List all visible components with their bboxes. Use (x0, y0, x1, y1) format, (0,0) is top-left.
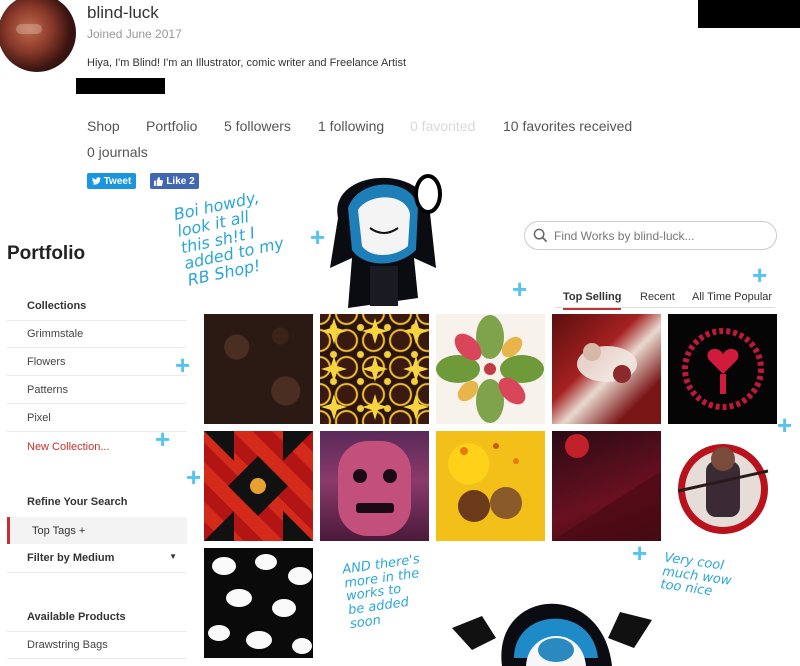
nav-journals[interactable]: 0 journals (87, 144, 148, 160)
like-button[interactable]: Like 2 (150, 173, 199, 189)
tweet-button[interactable]: Tweet (87, 173, 136, 189)
sparkle-icon: + (186, 462, 202, 492)
tab-all-time-popular[interactable]: All Time Popular (692, 291, 772, 303)
red-moon-artwork (552, 434, 661, 541)
search-icon (533, 228, 548, 243)
avatar[interactable] (0, 0, 76, 72)
star-pattern (321, 318, 429, 420)
figures-artwork (577, 343, 637, 383)
artwork-tile[interactable] (320, 314, 429, 424)
artwork-tile[interactable] (204, 431, 313, 541)
tweet-label: Tweet (103, 175, 132, 187)
filter-by-medium-label: Filter by Medium (27, 552, 115, 564)
artwork-tile[interactable] (552, 431, 661, 541)
collection-item[interactable]: Grimmstale (7, 321, 187, 348)
filter-by-medium-dropdown[interactable]: Filter by Medium ▼ (27, 552, 177, 564)
tile-pattern-artwork (204, 431, 313, 541)
sparkle-icon: + (752, 260, 768, 290)
doodle-note-shop: Boi howdy, look it all this sh!t I added… (171, 187, 286, 290)
chibi-character-drawing (330, 174, 442, 308)
character-artwork (677, 444, 769, 534)
redacted-link (76, 78, 165, 94)
redacted-header-block (698, 0, 800, 28)
portfolio-title: Portfolio (7, 243, 86, 264)
nav-shop[interactable]: Shop (87, 118, 120, 134)
search-input[interactable]: Find Works by blind-luck... (554, 229, 695, 243)
artwork-tile[interactable] (436, 314, 545, 424)
available-products-heading: Available Products (27, 611, 126, 623)
flower-artwork (436, 315, 544, 423)
nav-followers[interactable]: 5 followers (224, 118, 291, 134)
chibi-character-cheering-drawing (452, 603, 652, 666)
refine-search-heading: Refine Your Search (27, 496, 128, 508)
thumbs-up-icon (154, 176, 164, 186)
profile-joined-date: Joined June 2017 (87, 27, 182, 41)
doodle-note-very-cool: Very cool much wow too nice (659, 550, 733, 600)
profile-username[interactable]: blind-luck (87, 3, 159, 23)
artwork-tile[interactable] (204, 548, 313, 658)
nav-following[interactable]: 1 following (318, 118, 384, 134)
collection-item[interactable]: Patterns (7, 377, 187, 404)
twitter-bird-icon (91, 177, 101, 185)
artwork-tile[interactable] (668, 431, 777, 541)
sparkle-icon: + (175, 350, 191, 380)
nav-favorites-received[interactable]: 10 favorites received (503, 118, 632, 134)
profile-bio: Hiya, I'm Blind! I'm an Illustrator, com… (87, 57, 407, 69)
doodle-note-more-works: AND there's more in the works to be adde… (341, 551, 421, 632)
like-label: Like 2 (166, 175, 195, 187)
artwork-tile[interactable] (552, 314, 661, 424)
nav-favorited[interactable]: 0 favorited (410, 118, 475, 134)
nav-portfolio[interactable]: Portfolio (146, 118, 197, 134)
product-item[interactable]: Drawstring Bags (7, 632, 187, 659)
search-box[interactable]: Find Works by blind-luck... (524, 221, 777, 250)
sparkle-icon: + (155, 424, 171, 454)
caret-down-icon: ▼ (169, 552, 177, 561)
tab-recent[interactable]: Recent (640, 291, 675, 303)
artwork-tile[interactable] (436, 431, 545, 541)
sparkle-icon: + (512, 274, 528, 304)
ghost-cat-pattern-artwork (208, 554, 312, 654)
artwork-tile[interactable] (668, 314, 777, 424)
sparkle-icon: + (777, 410, 793, 440)
creepy-face-artwork (338, 441, 411, 536)
autumn-scene-artwork (458, 443, 522, 522)
collections-heading: Collections (27, 300, 87, 312)
collection-item[interactable]: Flowers (7, 349, 187, 376)
artwork-tile[interactable] (204, 314, 313, 424)
top-tags-toggle[interactable]: Top Tags + (7, 517, 187, 544)
artwork-tile[interactable] (320, 431, 429, 541)
heart-wreath-artwork (682, 328, 764, 410)
